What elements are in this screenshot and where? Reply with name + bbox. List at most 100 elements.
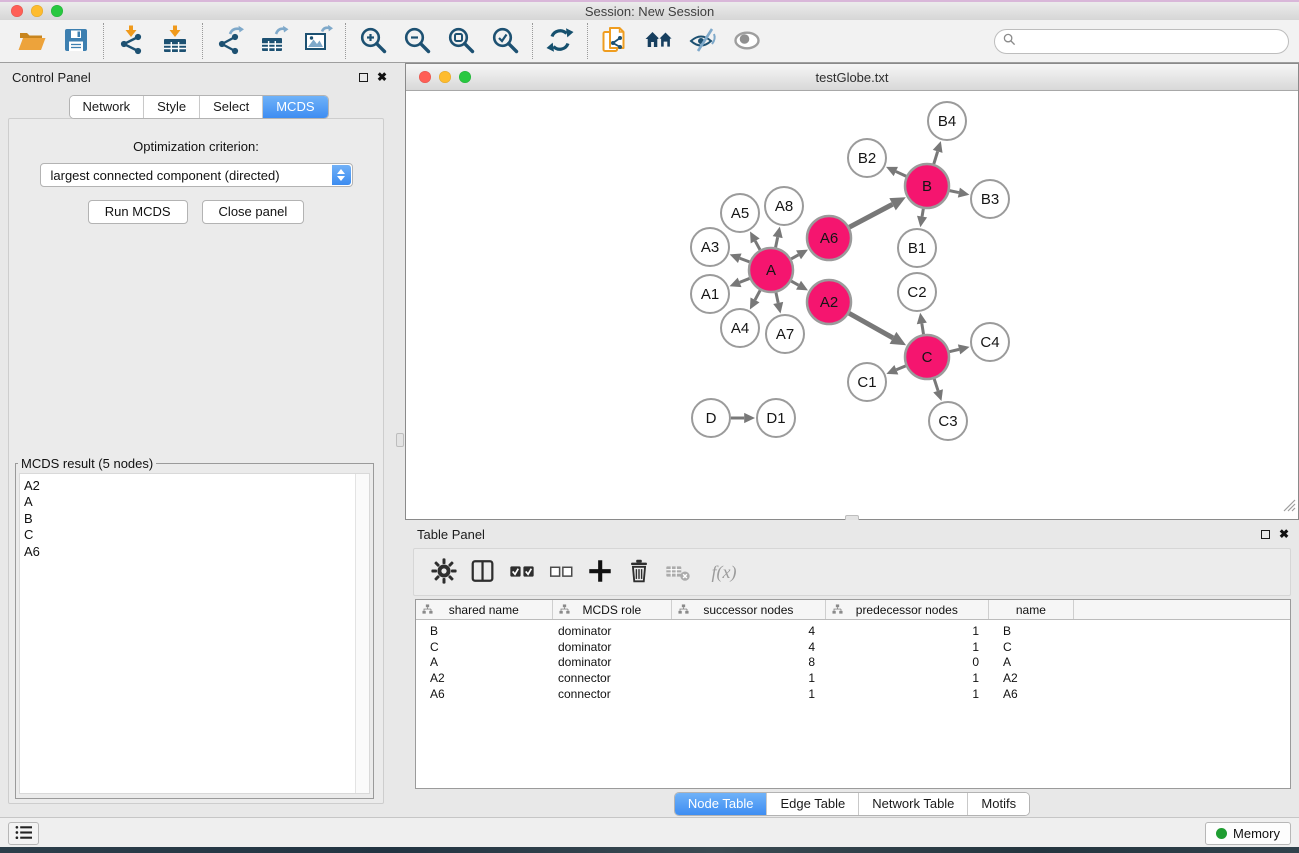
table-row[interactable]: A6connector11A6: [416, 686, 1290, 702]
table-cell[interactable]: A2: [991, 671, 1076, 685]
table-cell[interactable]: dominator: [553, 640, 673, 654]
select-all-button[interactable]: [506, 555, 538, 589]
add-column-button[interactable]: [584, 555, 616, 589]
close-panel-button[interactable]: Close panel: [202, 200, 305, 224]
table-cell[interactable]: 1: [827, 640, 991, 654]
graph-edge[interactable]: [740, 258, 750, 262]
table-cell[interactable]: B: [991, 624, 1076, 638]
tab-network[interactable]: Network: [69, 96, 143, 118]
graph-edge[interactable]: [849, 313, 893, 338]
first-neighbors-button[interactable]: [593, 22, 637, 60]
table-row[interactable]: Cdominator41C: [416, 639, 1290, 655]
delete-column-button[interactable]: [623, 555, 655, 589]
tab-style[interactable]: Style: [143, 96, 199, 118]
column-visibility-button[interactable]: [467, 555, 499, 589]
table-cell[interactable]: 1: [827, 671, 991, 685]
export-network-button[interactable]: [208, 22, 252, 60]
graph-edge[interactable]: [896, 171, 906, 176]
graph-edge[interactable]: [934, 379, 938, 391]
graph-edge[interactable]: [791, 255, 798, 259]
graph-edge[interactable]: [791, 281, 798, 285]
graph-edge[interactable]: [755, 241, 760, 250]
search-input[interactable]: [1021, 32, 1288, 52]
table-cell[interactable]: C: [416, 640, 553, 654]
table-cell[interactable]: dominator: [553, 655, 673, 669]
close-table-panel-icon[interactable]: ✖: [1279, 528, 1289, 540]
column-header-mcds-role[interactable]: MCDS role: [553, 600, 673, 619]
table-cell[interactable]: C: [991, 640, 1076, 654]
tab-edge-table[interactable]: Edge Table: [766, 793, 858, 815]
mcds-result-item[interactable]: A: [24, 494, 355, 510]
mcds-result-item[interactable]: C: [24, 527, 355, 543]
table-cell[interactable]: 4: [673, 624, 827, 638]
table-row[interactable]: Adominator80A: [416, 655, 1290, 671]
graph-edge[interactable]: [934, 151, 938, 164]
deselect-all-button[interactable]: [545, 555, 577, 589]
zoom-out-button[interactable]: [395, 22, 439, 60]
save-session-button[interactable]: [54, 22, 98, 60]
table-cell[interactable]: 1: [827, 687, 991, 701]
zoom-fit-button[interactable]: [439, 22, 483, 60]
graph-edge[interactable]: [776, 292, 778, 302]
table-cell[interactable]: 8: [673, 655, 827, 669]
show-graphics-button[interactable]: [725, 22, 769, 60]
graph-edge[interactable]: [896, 366, 905, 370]
tab-mcds[interactable]: MCDS: [262, 96, 327, 118]
table-cell[interactable]: A: [991, 655, 1076, 669]
hide-graphics-button[interactable]: [681, 22, 725, 60]
table-cell[interactable]: A: [416, 655, 553, 669]
graph-edge[interactable]: [949, 349, 959, 351]
float-panel-icon[interactable]: [359, 73, 368, 82]
function-builder-button[interactable]: f(x): [701, 555, 747, 589]
run-mcds-button[interactable]: Run MCDS: [88, 200, 188, 224]
table-cell[interactable]: connector: [553, 687, 673, 701]
export-table-button[interactable]: [252, 22, 296, 60]
tab-select[interactable]: Select: [199, 96, 262, 118]
column-header-successor-nodes[interactable]: successor nodes: [672, 600, 825, 619]
tab-node-table[interactable]: Node Table: [675, 793, 767, 815]
mcds-result-item[interactable]: B: [24, 511, 355, 527]
table-cell[interactable]: 1: [673, 687, 827, 701]
table-cell[interactable]: 0: [827, 655, 991, 669]
table-cell[interactable]: B: [416, 624, 553, 638]
home-button[interactable]: [637, 22, 681, 60]
table-cell[interactable]: 1: [827, 624, 991, 638]
float-table-panel-icon[interactable]: [1261, 530, 1270, 539]
graph-edge[interactable]: [776, 237, 778, 247]
panel-selector-button[interactable]: [8, 822, 39, 845]
column-header-shared-name[interactable]: shared name: [416, 600, 553, 619]
memory-button[interactable]: Memory: [1205, 822, 1291, 845]
result-scrollbar[interactable]: [355, 474, 369, 793]
import-table-button[interactable]: [153, 22, 197, 60]
table-cell[interactable]: 4: [673, 640, 827, 654]
column-header-name[interactable]: name: [989, 600, 1074, 619]
graph-edge[interactable]: [922, 323, 924, 334]
mcds-result-item[interactable]: A6: [24, 544, 355, 560]
network-canvas[interactable]: B4B2BB3A8A5A6A3B1AC2A1A2A4A7C4CC1DD1C3: [406, 91, 1298, 519]
table-cell[interactable]: A2: [416, 671, 553, 685]
table-cell[interactable]: dominator: [553, 624, 673, 638]
resize-grip-icon[interactable]: [1281, 497, 1296, 517]
zoom-in-button[interactable]: [351, 22, 395, 60]
import-network-button[interactable]: [109, 22, 153, 60]
criterion-select[interactable]: largest connected component (directed): [40, 163, 353, 187]
table-cell[interactable]: connector: [553, 671, 673, 685]
table-settings-button[interactable]: [428, 555, 460, 589]
table-row[interactable]: A2connector11A2: [416, 670, 1290, 686]
zoom-selected-button[interactable]: [483, 22, 527, 60]
graph-edge[interactable]: [740, 278, 750, 282]
column-header-predecessor-nodes[interactable]: predecessor nodes: [826, 600, 989, 619]
close-panel-icon[interactable]: ✖: [377, 71, 387, 83]
tab-motifs[interactable]: Motifs: [967, 793, 1029, 815]
graph-edge[interactable]: [950, 191, 959, 193]
table-cell[interactable]: 1: [673, 671, 827, 685]
table-cell[interactable]: A6: [416, 687, 553, 701]
vertical-splitter-handle[interactable]: [396, 433, 404, 447]
delete-table-button[interactable]: [662, 555, 694, 589]
refresh-layout-button[interactable]: [538, 22, 582, 60]
export-image-button[interactable]: [296, 22, 340, 60]
graph-edge[interactable]: [755, 290, 760, 300]
mcds-result-item[interactable]: A2: [24, 478, 355, 494]
graph-edge[interactable]: [922, 209, 923, 217]
table-row[interactable]: Bdominator41B: [416, 623, 1290, 639]
